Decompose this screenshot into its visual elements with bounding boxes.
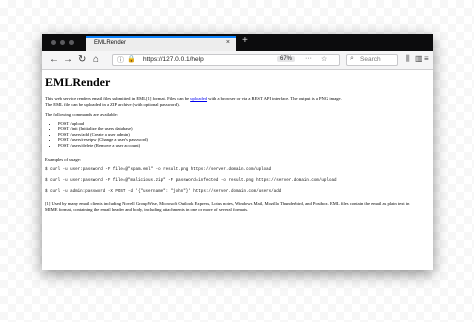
reload-icon[interactable]: ↻ — [78, 54, 86, 66]
intro-text-1: This web service renders email files sub… — [45, 96, 191, 101]
info-icon[interactable]: ⓘ — [117, 55, 124, 65]
commands-list: POST /upload POST /init (Initialize the … — [50, 121, 148, 148]
intro-paragraph: This web service renders email files sub… — [45, 96, 342, 101]
upload-link[interactable]: uploaded — [190, 96, 207, 101]
browser-window: EMLRender × + ← → ↻ ⌂ ⓘ 🔒 https://127.0.… — [42, 34, 433, 270]
intro-text-3: The EML file can be uploaded in a ZIP ar… — [45, 102, 180, 107]
bookmark-star-icon[interactable]: ☆ — [321, 55, 327, 63]
library-icon[interactable]: ⫼ — [406, 54, 410, 64]
back-icon[interactable]: ← — [49, 54, 59, 66]
search-icon: ⌕ — [350, 55, 354, 62]
example-command-3: $ curl -u admin:password -X POST -d '{"u… — [45, 190, 282, 194]
sidebar-icon[interactable]: ▥ — [415, 54, 423, 63]
menu-icon[interactable]: ≡ — [424, 54, 429, 63]
page-content: EMLRender This web service renders email… — [42, 70, 433, 270]
list-item: POST /users/delete (Remove a user accoun… — [58, 143, 148, 148]
minimize-window-dot[interactable] — [60, 40, 65, 45]
page-actions-icon[interactable]: ··· — [305, 55, 312, 62]
url-text[interactable]: https://127.0.0.1/help — [143, 56, 204, 63]
examples-heading: Examples of usage: — [45, 157, 81, 162]
search-placeholder: Search — [360, 56, 381, 63]
intro-text-2: with a browser or via a REST API interfa… — [207, 96, 342, 101]
footnote-line-1: [1] Used by many email clients including… — [45, 201, 410, 206]
footnote-line-2: MIME format, containing the email header… — [45, 207, 249, 212]
close-window-dot[interactable] — [51, 40, 56, 45]
search-bar[interactable]: ⌕ Search — [346, 54, 398, 66]
maximize-window-dot[interactable] — [69, 40, 74, 45]
zoom-level[interactable]: 67% — [277, 56, 296, 62]
commands-heading: The following commands are available: — [45, 112, 118, 117]
example-command-1: $ curl -u user:password -F file=@"spam.e… — [45, 168, 272, 172]
tab-title: EMLRender — [94, 40, 127, 46]
tab-close-icon[interactable]: × — [226, 39, 230, 46]
address-bar[interactable]: ⓘ 🔒 https://127.0.0.1/help 67% ··· ☆ — [112, 54, 340, 66]
example-command-2: $ curl -u user:password -F file=@"malici… — [45, 179, 337, 183]
new-tab-button[interactable]: + — [242, 35, 248, 46]
title-bar: EMLRender × + — [42, 34, 433, 51]
nav-toolbar: ← → ↻ ⌂ ⓘ 🔒 https://127.0.0.1/help 67% ·… — [42, 51, 433, 70]
lock-icon[interactable]: 🔒 — [127, 55, 136, 63]
home-icon[interactable]: ⌂ — [93, 54, 99, 66]
forward-icon[interactable]: → — [63, 54, 73, 66]
list-item: POST /users/resetpw (Change a user's pas… — [58, 137, 148, 142]
page-title: EMLRender — [45, 75, 111, 89]
tab-emlrender[interactable]: EMLRender × — [86, 36, 236, 51]
